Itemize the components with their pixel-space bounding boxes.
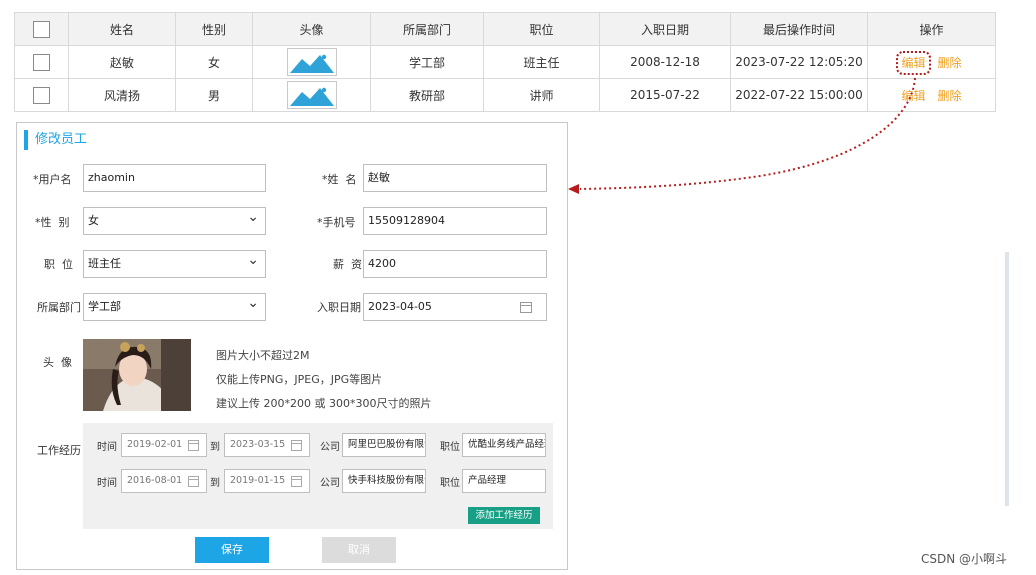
- cell-name: 赵敏: [68, 45, 176, 79]
- name-label: *姓 名: [322, 173, 357, 186]
- employee-table: 姓名 性别 头像 所属部门 职位 入职日期 最后操作时间 操作 赵敏 女 学工部…: [14, 12, 996, 112]
- work-position-label: 职位: [440, 478, 460, 489]
- gender-select[interactable]: 女: [83, 207, 266, 235]
- avatar-hint-format: 仅能上传PNG，JPEG，JPG等图片: [216, 373, 383, 386]
- header-dept: 所属部门: [370, 12, 484, 46]
- username-input[interactable]: zhaomin: [83, 164, 266, 192]
- header-last-op: 最后操作时间: [730, 12, 868, 46]
- salary-input[interactable]: 4200: [363, 250, 547, 278]
- calendar-icon[interactable]: [520, 302, 532, 313]
- work-company-input[interactable]: 快手科技股份有限公司: [342, 469, 426, 493]
- avatar-placeholder-icon: [286, 81, 337, 109]
- username-label: *用户名: [33, 173, 72, 186]
- work-position-input[interactable]: 优酷业务线产品经理: [462, 433, 546, 457]
- vertical-scrollbar[interactable]: [1005, 252, 1009, 506]
- work-label: 工作经历: [37, 444, 81, 457]
- cell-gender: 女: [175, 45, 253, 79]
- cell-position: 讲师: [483, 78, 600, 112]
- table-row: 风清扬 男 教研部 讲师 2015-07-22 2022-07-22 15:00…: [14, 78, 996, 112]
- cell-name: 风清扬: [68, 78, 176, 112]
- calendar-icon[interactable]: [291, 476, 302, 487]
- row-checkbox[interactable]: [33, 53, 50, 71]
- cell-position: 班主任: [483, 45, 600, 79]
- gender-label: *性 别: [35, 216, 70, 229]
- work-end-input[interactable]: 2019-01-15: [224, 469, 310, 493]
- work-start-input[interactable]: 2019-02-01: [121, 433, 207, 457]
- panel-title: 修改员工: [24, 130, 87, 150]
- dept-label: 所属部门: [37, 301, 81, 314]
- work-position-label: 职位: [440, 442, 460, 453]
- work-experience-section: 时间 2019-02-01 到 2023-03-15 公司 阿里巴巴股份有限公司…: [83, 423, 553, 529]
- add-work-experience-button[interactable]: 添加工作经历: [468, 507, 540, 524]
- cell-gender: 男: [175, 78, 253, 112]
- edit-link[interactable]: 编辑: [901, 89, 925, 103]
- cell-last-op: 2022-07-22 15:00:00: [730, 78, 868, 112]
- work-company-label: 公司: [320, 442, 340, 453]
- position-label: 职 位: [44, 258, 73, 271]
- name-input[interactable]: 赵敏: [363, 164, 547, 192]
- header-gender: 性别: [175, 12, 253, 46]
- avatar-placeholder-icon: [286, 48, 337, 76]
- entry-date-input[interactable]: 2023-04-05: [363, 293, 547, 321]
- cell-entry-date: 2015-07-22: [599, 78, 731, 112]
- row-checkbox[interactable]: [33, 86, 50, 104]
- header-avatar: 头像: [252, 12, 371, 46]
- phone-label: *手机号: [317, 216, 356, 229]
- delete-link[interactable]: 删除: [938, 89, 962, 103]
- calendar-icon[interactable]: [291, 440, 302, 451]
- work-company-input[interactable]: 阿里巴巴股份有限公司: [342, 433, 426, 457]
- avatar-hint-size: 图片大小不超过2M: [216, 349, 310, 362]
- watermark: CSDN @小啊斗: [921, 552, 1008, 566]
- table-header-row: 姓名 性别 头像 所属部门 职位 入职日期 最后操作时间 操作: [14, 12, 996, 46]
- phone-input[interactable]: 15509128904: [363, 207, 547, 235]
- cell-last-op: 2023-07-22 12:05:20: [730, 45, 868, 79]
- salary-label: 薪 资: [333, 258, 362, 271]
- avatar-photo[interactable]: [83, 339, 191, 411]
- avatar-label: 头 像: [43, 356, 72, 369]
- position-select[interactable]: 班主任: [83, 250, 266, 278]
- cancel-button[interactable]: 取消: [322, 537, 396, 563]
- header-entry-date: 入职日期: [599, 12, 731, 46]
- header-name: 姓名: [68, 12, 176, 46]
- work-to-label: 到: [210, 478, 220, 489]
- header-actions: 操作: [867, 12, 996, 46]
- work-company-label: 公司: [320, 478, 340, 489]
- cell-dept: 学工部: [370, 45, 484, 79]
- calendar-icon[interactable]: [188, 476, 199, 487]
- work-end-input[interactable]: 2023-03-15: [224, 433, 310, 457]
- avatar-hint-dimension: 建议上传 200*200 或 300*300尺寸的照片: [216, 397, 432, 410]
- edit-employee-panel: 修改员工 *用户名 zhaomin *姓 名 赵敏 *性 别 女 *手机号 15…: [16, 122, 568, 570]
- entry-date-label: 入职日期: [317, 301, 361, 314]
- delete-link[interactable]: 删除: [938, 56, 962, 70]
- work-time-label: 时间: [97, 442, 117, 453]
- header-select-all[interactable]: [14, 12, 69, 46]
- save-button[interactable]: 保存: [195, 537, 269, 563]
- edit-link[interactable]: 编辑: [896, 50, 931, 75]
- cell-dept: 教研部: [370, 78, 484, 112]
- work-to-label: 到: [210, 442, 220, 453]
- calendar-icon[interactable]: [188, 440, 199, 451]
- cell-entry-date: 2008-12-18: [599, 45, 731, 79]
- work-position-input[interactable]: 产品经理: [462, 469, 546, 493]
- select-all-checkbox[interactable]: [33, 20, 50, 38]
- dept-select[interactable]: 学工部: [83, 293, 266, 321]
- work-start-input[interactable]: 2016-08-01: [121, 469, 207, 493]
- header-position: 职位: [483, 12, 600, 46]
- table-row: 赵敏 女 学工部 班主任 2008-12-18 2023-07-22 12:05…: [14, 45, 996, 79]
- work-time-label: 时间: [97, 478, 117, 489]
